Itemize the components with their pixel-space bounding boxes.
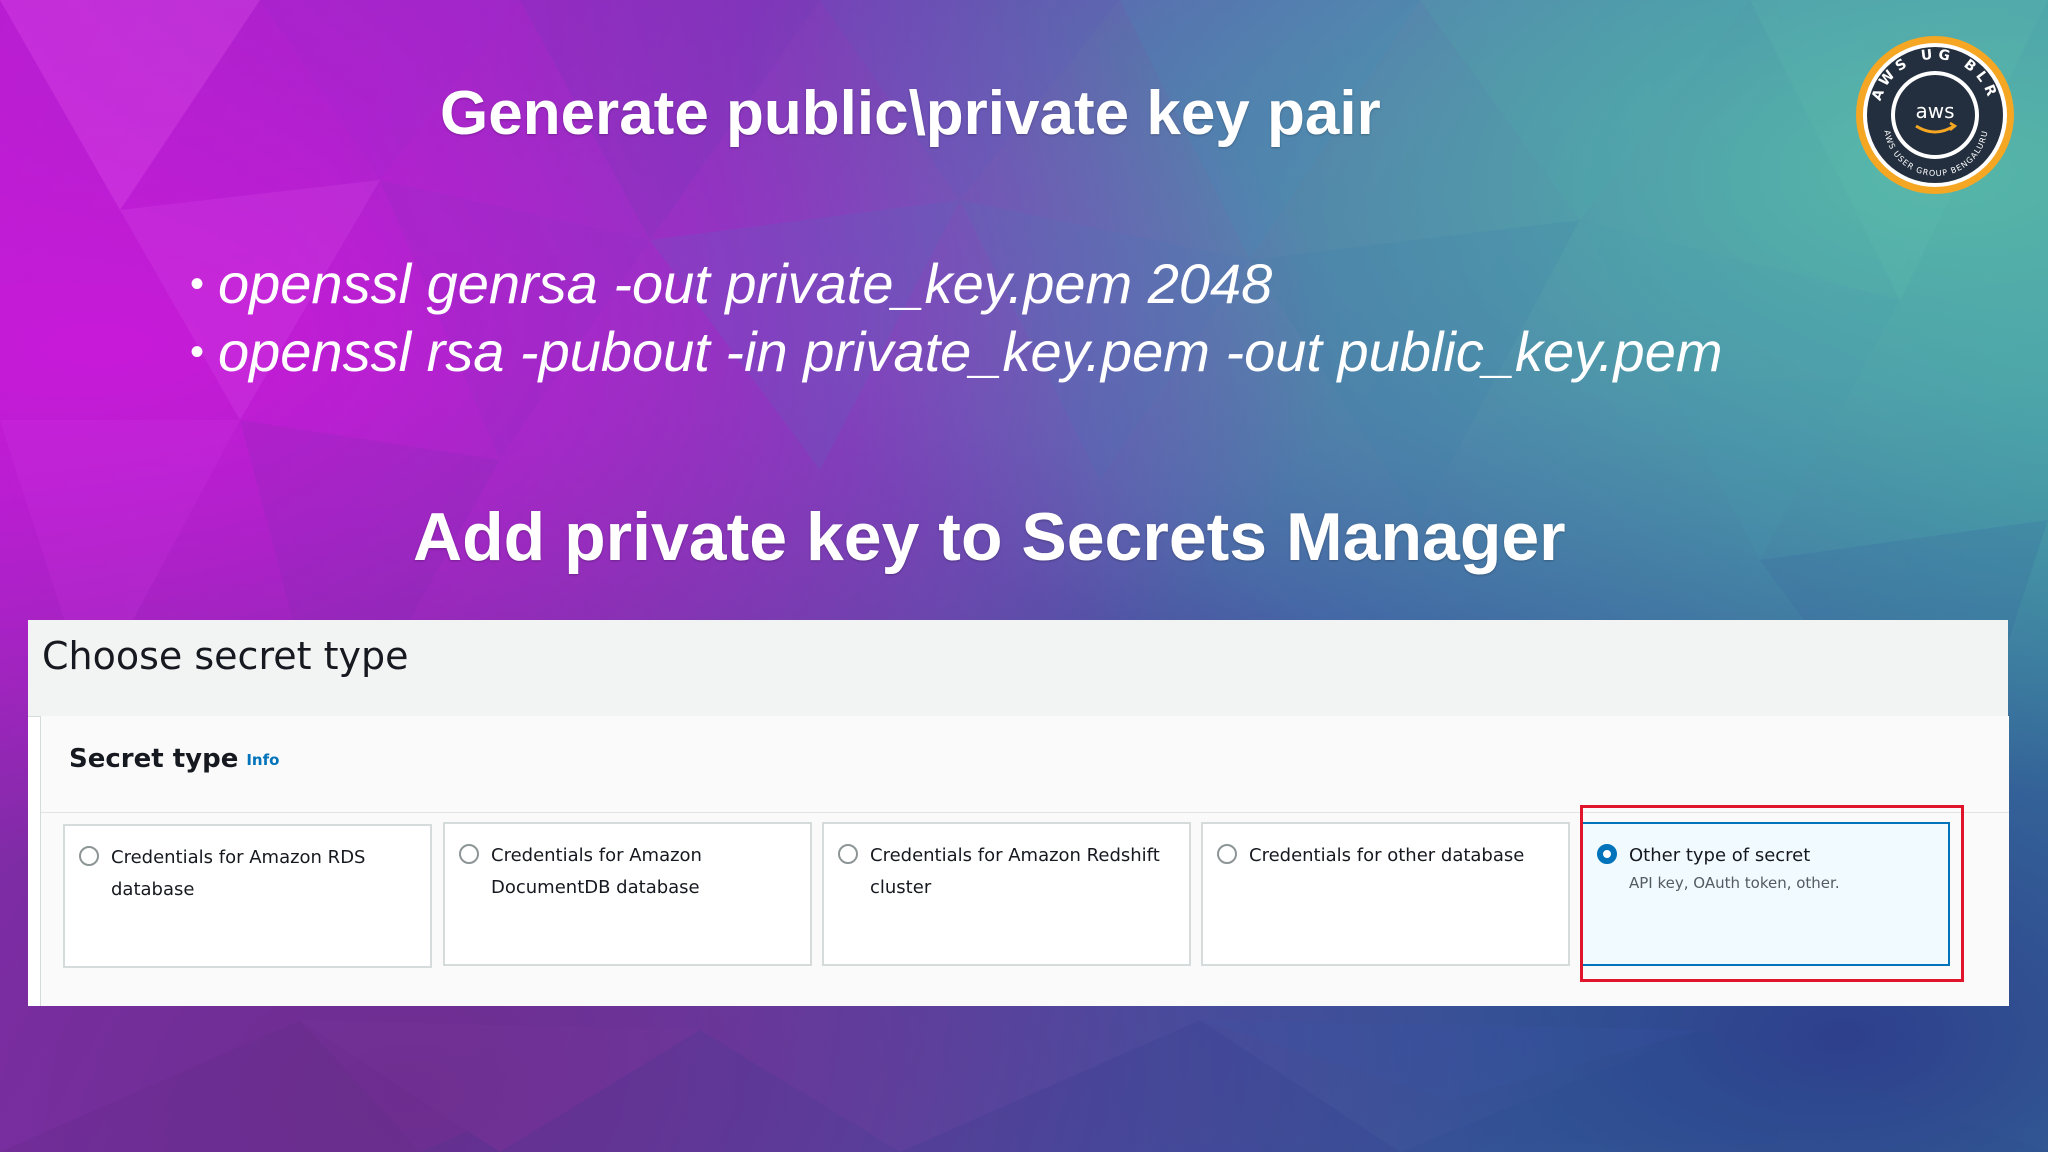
section-title: Secret type Info <box>69 744 279 774</box>
logo-center-text: aws <box>1915 99 1954 123</box>
command-pubout: • openssl rsa -pubout -in private_key.pe… <box>190 318 1722 386</box>
option-redshift[interactable]: Credentials for Amazon Redshift cluster <box>822 822 1191 966</box>
radio-button[interactable] <box>1217 844 1237 864</box>
bullet: • <box>190 262 205 306</box>
heading-key-pair: Generate public\private key pair <box>440 79 1381 148</box>
radio-button[interactable] <box>79 846 99 866</box>
option-other-database[interactable]: Credentials for other database <box>1201 822 1570 966</box>
option-rds[interactable]: Credentials for Amazon RDS database <box>63 824 432 968</box>
command-text: openssl rsa -pubout -in private_key.pem … <box>218 320 1723 383</box>
info-link[interactable]: Info <box>246 751 279 769</box>
command-genrsa: • openssl genrsa -out private_key.pem 20… <box>190 250 1722 318</box>
command-text: openssl genrsa -out private_key.pem 2048 <box>218 252 1273 315</box>
command-list: • openssl genrsa -out private_key.pem 20… <box>190 250 1722 386</box>
aws-user-group-logo: AWS UG BLR AWS USER GROUP BENGALURU aws <box>1856 36 2014 194</box>
highlight-annotation <box>1580 805 1964 982</box>
bullet: • <box>190 330 205 374</box>
radio-button[interactable] <box>838 844 858 864</box>
option-label: Credentials for Amazon RDS database <box>111 847 366 900</box>
radio-button[interactable] <box>459 844 479 864</box>
option-label: Credentials for Amazon Redshift cluster <box>870 845 1160 898</box>
option-label: Credentials for Amazon DocumentDB databa… <box>491 845 702 898</box>
heading-secrets-manager: Add private key to Secrets Manager <box>413 499 1566 575</box>
page-header: Choose secret type <box>28 620 2008 717</box>
section-title-text: Secret type <box>69 744 239 774</box>
option-label: Credentials for other database <box>1249 845 1525 866</box>
option-documentdb[interactable]: Credentials for Amazon DocumentDB databa… <box>443 822 812 966</box>
page-title: Choose secret type <box>42 634 409 678</box>
